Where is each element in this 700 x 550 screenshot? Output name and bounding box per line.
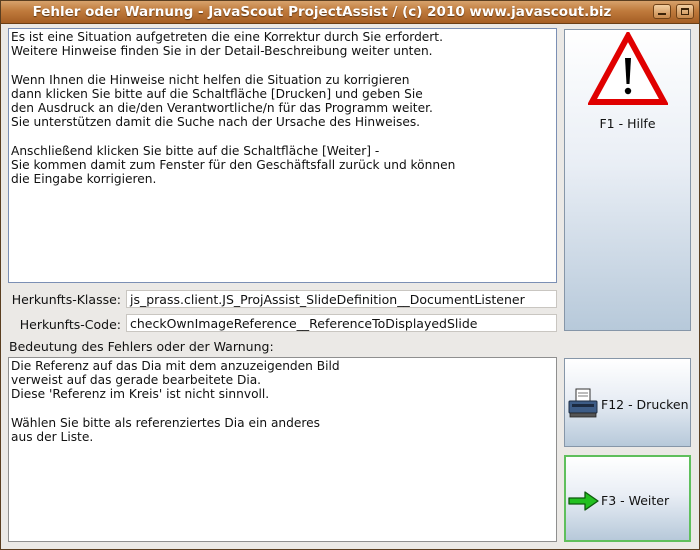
maximize-icon <box>681 8 689 15</box>
error-dialog-window: Fehler oder Warnung - JavaScout ProjectA… <box>0 0 700 550</box>
origin-code-label: Herkunfts-Code: <box>19 317 121 332</box>
next-button[interactable]: F3 - Weiter <box>564 455 691 542</box>
origin-class-label: Herkunfts-Klasse: <box>11 292 121 307</box>
origin-code-field[interactable]: checkOwnImageReference__ReferenceToDispl… <box>126 314 557 332</box>
next-button-label: F3 - Weiter <box>601 493 670 508</box>
printer-icon <box>568 388 598 418</box>
help-button-label: F1 - Hilfe <box>599 116 656 131</box>
warning-icon <box>588 32 668 105</box>
print-button[interactable]: F12 - Drucken <box>564 358 691 447</box>
minimize-icon <box>658 13 666 15</box>
window-title: Fehler oder Warnung - JavaScout ProjectA… <box>32 4 612 20</box>
title-bar[interactable]: Fehler oder Warnung - JavaScout ProjectA… <box>1 1 699 24</box>
instructions-textarea[interactable]: Es ist eine Situation aufgetreten die ei… <box>8 28 557 283</box>
help-button[interactable]: F1 - Hilfe <box>564 29 691 331</box>
origin-class-field[interactable]: js_prass.client.JS_ProjAssist_SlideDefin… <box>126 290 557 308</box>
meaning-textarea[interactable]: Die Referenz auf das Dia mit dem anzuzei… <box>8 357 557 542</box>
minimize-button[interactable] <box>653 4 671 19</box>
meaning-label: Bedeutung des Fehlers oder der Warnung: <box>9 339 274 354</box>
maximize-button[interactable] <box>676 4 694 19</box>
arrow-right-icon <box>568 491 599 511</box>
print-button-label: F12 - Drucken <box>601 397 689 412</box>
